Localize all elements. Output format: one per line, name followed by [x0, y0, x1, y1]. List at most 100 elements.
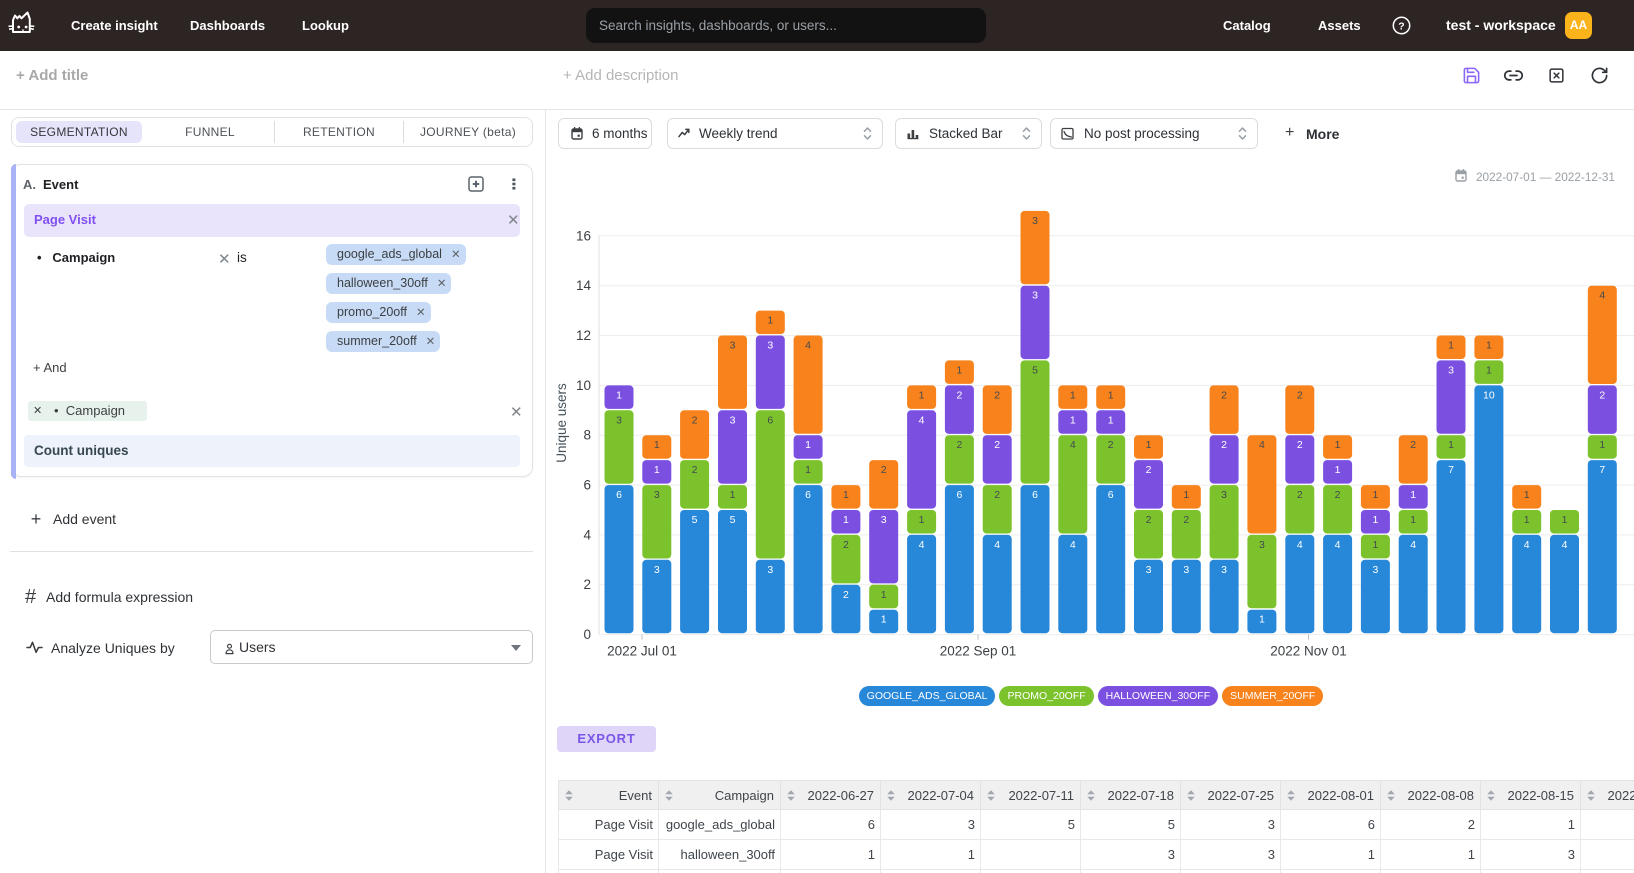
- svg-text:3: 3: [1032, 215, 1038, 227]
- svg-text:2: 2: [1221, 389, 1227, 401]
- svg-text:1: 1: [843, 489, 849, 501]
- svg-text:2: 2: [1297, 389, 1303, 401]
- svg-text:4: 4: [805, 340, 811, 352]
- svg-text:7: 7: [1448, 464, 1454, 476]
- svg-text:4: 4: [1562, 539, 1568, 551]
- svg-text:3: 3: [767, 564, 773, 576]
- svg-text:5: 5: [1032, 364, 1038, 376]
- svg-text:1: 1: [881, 614, 887, 626]
- svg-text:2022 Nov 01: 2022 Nov 01: [1270, 644, 1347, 659]
- svg-text:1: 1: [881, 589, 887, 601]
- svg-text:3: 3: [1183, 564, 1189, 576]
- svg-text:4: 4: [1070, 439, 1076, 451]
- svg-text:?: ?: [1398, 20, 1404, 32]
- svg-text:4: 4: [919, 539, 925, 551]
- svg-text:1: 1: [1183, 489, 1189, 501]
- svg-text:1: 1: [919, 389, 925, 401]
- svg-text:2: 2: [843, 539, 849, 551]
- svg-text:5: 5: [730, 514, 736, 526]
- svg-text:2: 2: [994, 439, 1000, 451]
- svg-text:1: 1: [616, 389, 622, 401]
- svg-text:1: 1: [1599, 439, 1605, 451]
- svg-text:1: 1: [730, 489, 736, 501]
- svg-text:4: 4: [1410, 539, 1416, 551]
- svg-text:1: 1: [843, 514, 849, 526]
- svg-text:10: 10: [576, 378, 591, 393]
- svg-text:3: 3: [1372, 564, 1378, 576]
- svg-text:1: 1: [1486, 364, 1492, 376]
- svg-text:1: 1: [1524, 514, 1530, 526]
- svg-text:1: 1: [1410, 514, 1416, 526]
- svg-text:2: 2: [1410, 439, 1416, 451]
- svg-text:3: 3: [616, 414, 622, 426]
- svg-text:8: 8: [583, 428, 591, 443]
- svg-text:4: 4: [1297, 539, 1303, 551]
- svg-text:1: 1: [1146, 439, 1152, 451]
- svg-text:1: 1: [1108, 389, 1114, 401]
- svg-text:1: 1: [1335, 464, 1341, 476]
- svg-text:2022 Sep 01: 2022 Sep 01: [940, 644, 1017, 659]
- svg-text:1: 1: [1448, 439, 1454, 451]
- svg-text:4: 4: [1070, 539, 1076, 551]
- svg-text:7: 7: [1599, 464, 1605, 476]
- svg-text:4: 4: [919, 414, 925, 426]
- svg-text:3: 3: [1146, 564, 1152, 576]
- svg-text:3: 3: [1221, 489, 1227, 501]
- svg-text:4: 4: [1335, 539, 1341, 551]
- svg-text:1: 1: [1524, 489, 1530, 501]
- svg-text:3: 3: [654, 489, 660, 501]
- svg-text:1: 1: [1372, 539, 1378, 551]
- svg-text:3: 3: [730, 414, 736, 426]
- svg-text:14: 14: [576, 278, 592, 293]
- svg-text:1: 1: [1335, 439, 1341, 451]
- svg-text:2: 2: [583, 577, 591, 592]
- svg-text:1: 1: [767, 315, 773, 327]
- svg-text:1: 1: [1259, 614, 1265, 626]
- svg-text:2: 2: [692, 464, 698, 476]
- svg-text:2: 2: [994, 389, 1000, 401]
- svg-text:3: 3: [1448, 364, 1454, 376]
- svg-text:2: 2: [994, 489, 1000, 501]
- svg-text:1: 1: [654, 439, 660, 451]
- svg-text:1: 1: [805, 464, 811, 476]
- svg-text:6: 6: [805, 489, 811, 501]
- svg-text:1: 1: [1562, 514, 1568, 526]
- svg-text:3: 3: [1032, 290, 1038, 302]
- svg-text:12: 12: [576, 328, 591, 343]
- svg-text:3: 3: [767, 340, 773, 352]
- svg-text:2: 2: [881, 464, 887, 476]
- svg-text:6: 6: [1032, 489, 1038, 501]
- svg-text:2: 2: [956, 389, 962, 401]
- svg-text:1: 1: [1070, 414, 1076, 426]
- svg-text:2022 Jul 01: 2022 Jul 01: [607, 644, 677, 659]
- svg-text:Unique users: Unique users: [554, 383, 569, 463]
- svg-text:1: 1: [1372, 514, 1378, 526]
- svg-text:2: 2: [956, 439, 962, 451]
- svg-text:4: 4: [583, 527, 591, 542]
- svg-text:5: 5: [692, 514, 698, 526]
- svg-text:1: 1: [1410, 489, 1416, 501]
- svg-text:1: 1: [654, 464, 660, 476]
- svg-text:0: 0: [583, 627, 591, 642]
- svg-text:3: 3: [730, 340, 736, 352]
- svg-text:1: 1: [1070, 389, 1076, 401]
- svg-text:2: 2: [1183, 514, 1189, 526]
- svg-text:2: 2: [1335, 489, 1341, 501]
- svg-text:2: 2: [1297, 489, 1303, 501]
- svg-text:1: 1: [1372, 489, 1378, 501]
- svg-text:4: 4: [994, 539, 1000, 551]
- svg-text:4: 4: [1524, 539, 1530, 551]
- svg-text:1: 1: [805, 439, 811, 451]
- svg-text:2: 2: [692, 414, 698, 426]
- svg-text:1: 1: [1448, 340, 1454, 352]
- svg-text:2: 2: [1108, 439, 1114, 451]
- svg-text:1: 1: [1486, 340, 1492, 352]
- svg-text:2: 2: [1221, 439, 1227, 451]
- svg-text:1: 1: [956, 364, 962, 376]
- svg-text:6: 6: [583, 478, 591, 493]
- svg-text:2: 2: [1146, 514, 1152, 526]
- svg-text:6: 6: [956, 489, 962, 501]
- svg-text:10: 10: [1483, 389, 1495, 401]
- svg-text:6: 6: [1108, 489, 1114, 501]
- svg-text:6: 6: [767, 414, 773, 426]
